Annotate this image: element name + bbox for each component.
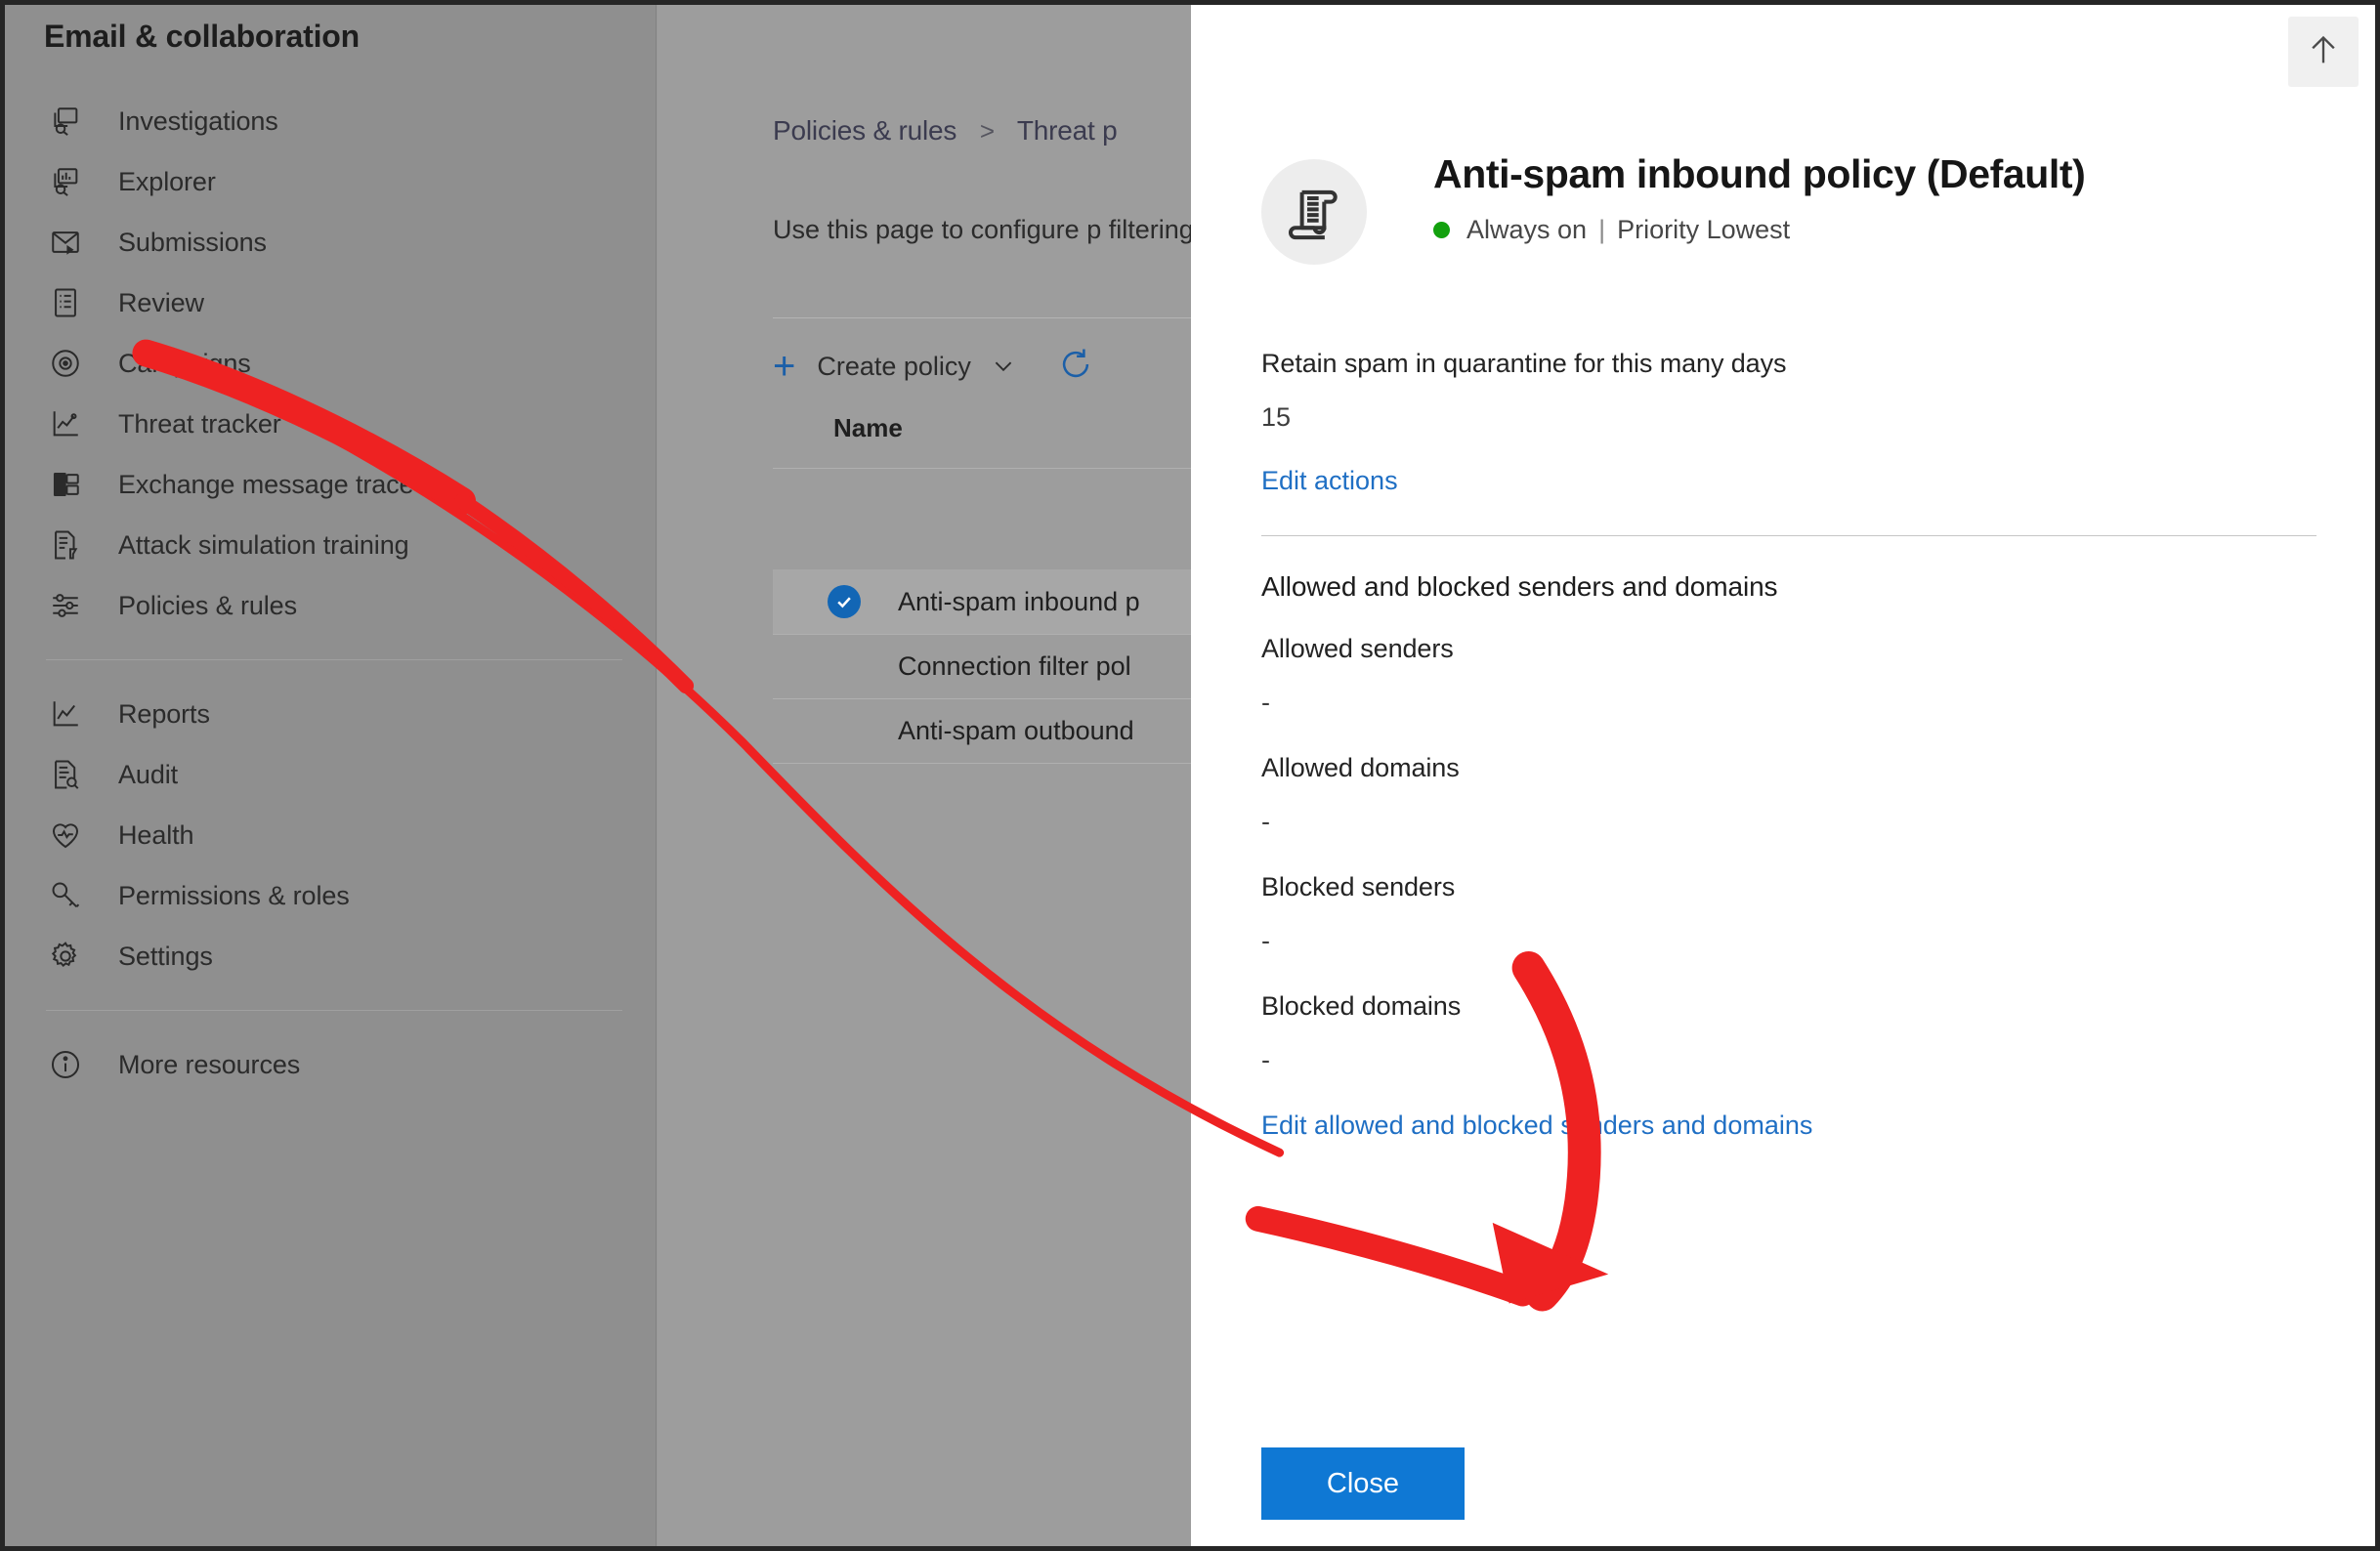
refresh-icon	[1057, 346, 1094, 388]
scroll-to-top-button[interactable]	[2288, 17, 2359, 87]
refresh-button[interactable]	[1057, 346, 1094, 388]
blocked-domains-value: -	[1261, 1045, 1270, 1074]
blocked-domains-label: Blocked domains	[1261, 991, 1462, 1021]
status-separator: |	[1598, 215, 1606, 244]
section-divider	[1261, 535, 2316, 536]
sidebar-item-label: Reports	[118, 698, 210, 729]
sidebar-item-submissions[interactable]: Submissions	[5, 212, 656, 272]
campaigns-icon	[46, 344, 85, 383]
sidebar-item-reports[interactable]: Reports	[5, 684, 656, 744]
blocked-senders-value: -	[1261, 926, 1270, 955]
priority-text: Priority Lowest	[1617, 215, 1791, 244]
policy-name: Connection filter pol	[898, 650, 1131, 681]
sidebar-item-permissions-roles[interactable]: Permissions & roles	[5, 865, 656, 926]
sidebar-item-label: Review	[118, 287, 204, 317]
row-selected-checkmark-icon[interactable]	[828, 585, 861, 618]
chevron-down-icon	[991, 354, 1016, 379]
sidebar-nav-list: Investigations Explorer Submissions Revi…	[5, 91, 656, 1095]
breadcrumb-separator-icon: >	[979, 116, 995, 146]
senders-section-heading: Allowed and blocked senders and domains	[1261, 571, 1778, 602]
sidebar-item-attack-simulation-training[interactable]: Attack simulation training	[5, 515, 656, 575]
breadcrumb-current: Threat p	[1016, 115, 1118, 146]
retention-value: 15	[1261, 402, 1292, 432]
sidebar-item-label: Attack simulation training	[118, 529, 409, 560]
investigations-icon	[46, 102, 85, 141]
exchange-message-trace-icon	[46, 465, 85, 504]
sidebar-item-review[interactable]: Review	[5, 272, 656, 333]
screenshot-root: Email & collaboration Investigations Exp…	[0, 0, 2380, 1551]
page-title: Anti-spam inbound policy (Default)	[1433, 151, 2086, 196]
policy-name: Anti-spam outbound	[898, 715, 1134, 745]
attack-simulation-training-icon	[46, 525, 85, 565]
sidebar-divider-1	[46, 659, 622, 660]
policies-rules-icon	[46, 586, 85, 625]
sidebar-item-threat-tracker[interactable]: Threat tracker	[5, 394, 656, 454]
edit-actions-link[interactable]: Edit actions	[1261, 466, 1398, 496]
sidebar-item-label: Audit	[118, 759, 179, 789]
status-text: Always on	[1466, 215, 1588, 244]
sidebar-item-campaigns[interactable]: Campaigns	[5, 333, 656, 394]
status-badge: Always on | Priority Lowest	[1433, 215, 2085, 245]
policy-scroll-icon	[1261, 159, 1367, 265]
sidebar-item-audit[interactable]: Audit	[5, 744, 656, 805]
sidebar-item-label: Threat tracker	[118, 408, 281, 439]
allowed-senders-label: Allowed senders	[1261, 634, 1454, 663]
policy-details-flyout: Anti-spam inbound policy (Default) Alway…	[1191, 5, 2375, 1546]
flyout-header-text: Anti-spam inbound policy (Default) Alway…	[1433, 151, 2086, 245]
allowed-domains-label: Allowed domains	[1261, 753, 1460, 782]
reports-icon	[46, 694, 85, 734]
flyout-body: Retain spam in quarantine for this many …	[1261, 349, 2316, 1141]
health-icon	[46, 816, 85, 855]
submissions-icon	[46, 223, 85, 262]
sidebar-item-policies-rules[interactable]: Policies & rules	[5, 575, 656, 636]
sidebar-divider-2	[46, 1010, 622, 1011]
sidebar-item-health[interactable]: Health	[5, 805, 656, 865]
audit-icon	[46, 755, 85, 794]
create-policy-button[interactable]: + Create policy	[773, 337, 1016, 396]
breadcrumb-root[interactable]: Policies & rules	[773, 115, 956, 146]
edit-allowed-blocked-senders-domains-link[interactable]: Edit allowed and blocked senders and dom…	[1261, 1111, 1812, 1141]
breadcrumb: Policies & rules > Threat p	[773, 115, 1118, 147]
info-icon	[46, 1045, 85, 1084]
threat-tracker-icon	[46, 404, 85, 443]
permissions-roles-icon	[46, 876, 85, 915]
sidebar-item-label: Permissions & roles	[118, 880, 350, 910]
sidebar-item-exchange-message-trace[interactable]: Exchange message trace	[5, 454, 656, 515]
left-navigation-sidebar: Email & collaboration Investigations Exp…	[5, 5, 657, 1546]
settings-gear-icon	[46, 937, 85, 976]
flyout-header: Anti-spam inbound policy (Default) Alway…	[1261, 151, 2086, 265]
blocked-senders-label: Blocked senders	[1261, 872, 1456, 901]
allowed-domains-value: -	[1261, 807, 1270, 836]
sidebar-item-more-resources[interactable]: More resources	[5, 1034, 656, 1095]
review-icon	[46, 283, 85, 322]
explorer-icon	[46, 162, 85, 201]
plus-icon: +	[773, 345, 796, 388]
sidebar-item-label: More resources	[118, 1049, 301, 1079]
sidebar-item-explorer[interactable]: Explorer	[5, 151, 656, 212]
create-policy-label: Create policy	[817, 351, 971, 381]
sidebar-title: Email & collaboration	[44, 19, 360, 54]
sidebar-item-label: Investigations	[118, 105, 278, 136]
sidebar-item-label: Explorer	[118, 166, 216, 196]
arrow-up-icon	[2304, 30, 2343, 74]
column-header-name: Name	[833, 413, 903, 442]
policy-name: Anti-spam inbound p	[898, 586, 1140, 616]
sidebar-item-label: Health	[118, 819, 194, 850]
sidebar-item-label: Policies & rules	[118, 590, 297, 620]
policy-toolbar: + Create policy	[773, 337, 1094, 396]
close-button[interactable]: Close	[1261, 1447, 1465, 1520]
sidebar-item-label: Exchange message trace	[118, 469, 414, 499]
status-dot-icon	[1433, 222, 1450, 238]
sidebar-item-label: Settings	[118, 941, 213, 971]
sidebar-item-label: Campaigns	[118, 348, 251, 378]
sidebar-item-label: Submissions	[118, 227, 267, 257]
sidebar-item-settings[interactable]: Settings	[5, 926, 656, 986]
allowed-senders-value: -	[1261, 688, 1270, 717]
sidebar-item-investigations[interactable]: Investigations	[5, 91, 656, 151]
retention-label: Retain spam in quarantine for this many …	[1261, 349, 1787, 378]
